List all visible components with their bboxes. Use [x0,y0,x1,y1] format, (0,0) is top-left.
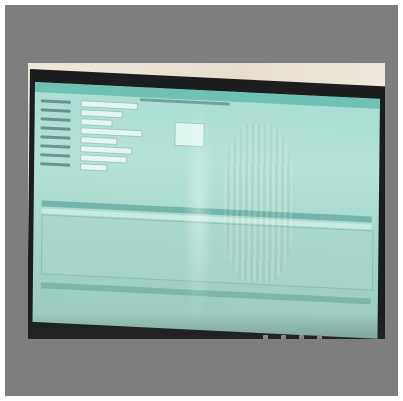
image-frame [0,0,403,401]
moire-pattern [222,121,295,285]
screen-glare [182,89,215,331]
desk-shadow [28,313,385,339]
monitor-photo [28,63,385,339]
monitor-screen [32,82,380,339]
